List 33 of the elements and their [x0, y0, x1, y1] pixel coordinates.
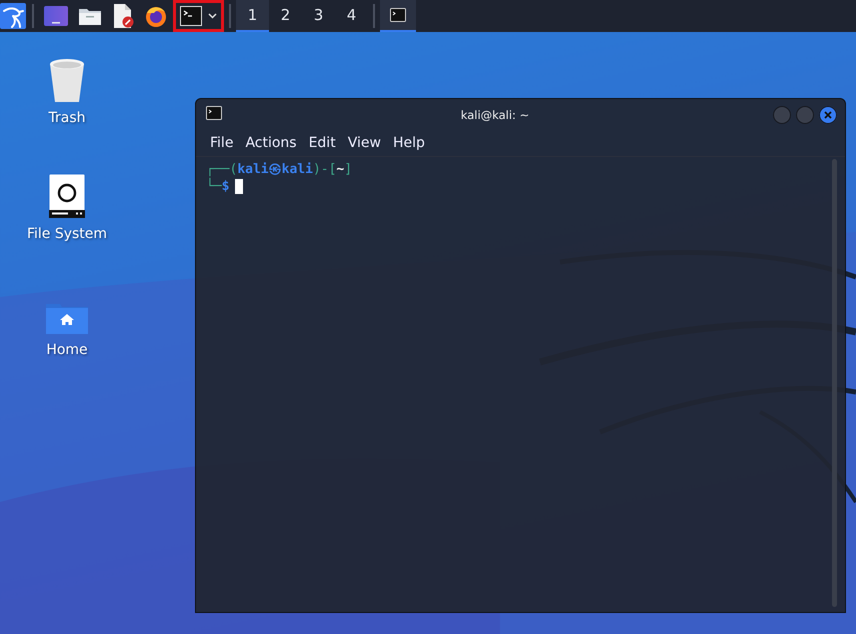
prompt-line: ┌──(kali㉿kali)-[~] [206, 161, 352, 178]
close-icon [824, 110, 832, 118]
folder-icon [78, 6, 102, 26]
drive-icon[interactable] [49, 174, 85, 218]
terminal-icon [390, 8, 406, 22]
task-button[interactable] [380, 0, 416, 32]
terminal-launcher[interactable] [173, 0, 224, 32]
browser-icon [144, 4, 168, 28]
window-icon [206, 106, 222, 120]
menu-item[interactable]: File [204, 131, 240, 155]
app-menu-button[interactable] [0, 0, 27, 32]
menu-item[interactable]: Help [386, 131, 431, 155]
home-folder-icon[interactable] [45, 304, 89, 334]
workspace-button[interactable]: 2 [269, 0, 302, 32]
window-title: kali@kali: ~ [460, 108, 530, 122]
scrollbar[interactable] [832, 159, 837, 607]
dragon-icon [0, 3, 26, 29]
menu-item[interactable]: Actions [239, 131, 303, 155]
workspace-button[interactable]: 3 [302, 0, 335, 32]
icon-label: Home [46, 342, 88, 358]
icon-label: Trash [48, 110, 86, 126]
terminal-icon [180, 6, 202, 26]
icon-label: File System [26, 226, 108, 242]
desktop-icon [44, 6, 68, 26]
workspace-button[interactable]: 4 [335, 0, 368, 32]
workspace-button[interactable]: 1 [236, 0, 269, 32]
close-button[interactable] [819, 106, 837, 124]
prompt-line: └─$ [206, 178, 230, 195]
menu-item[interactable]: Edit [302, 131, 342, 155]
caret-icon [208, 13, 217, 19]
trash-icon[interactable] [49, 58, 85, 102]
document-icon [112, 4, 134, 28]
menu-item[interactable]: View [342, 131, 387, 155]
